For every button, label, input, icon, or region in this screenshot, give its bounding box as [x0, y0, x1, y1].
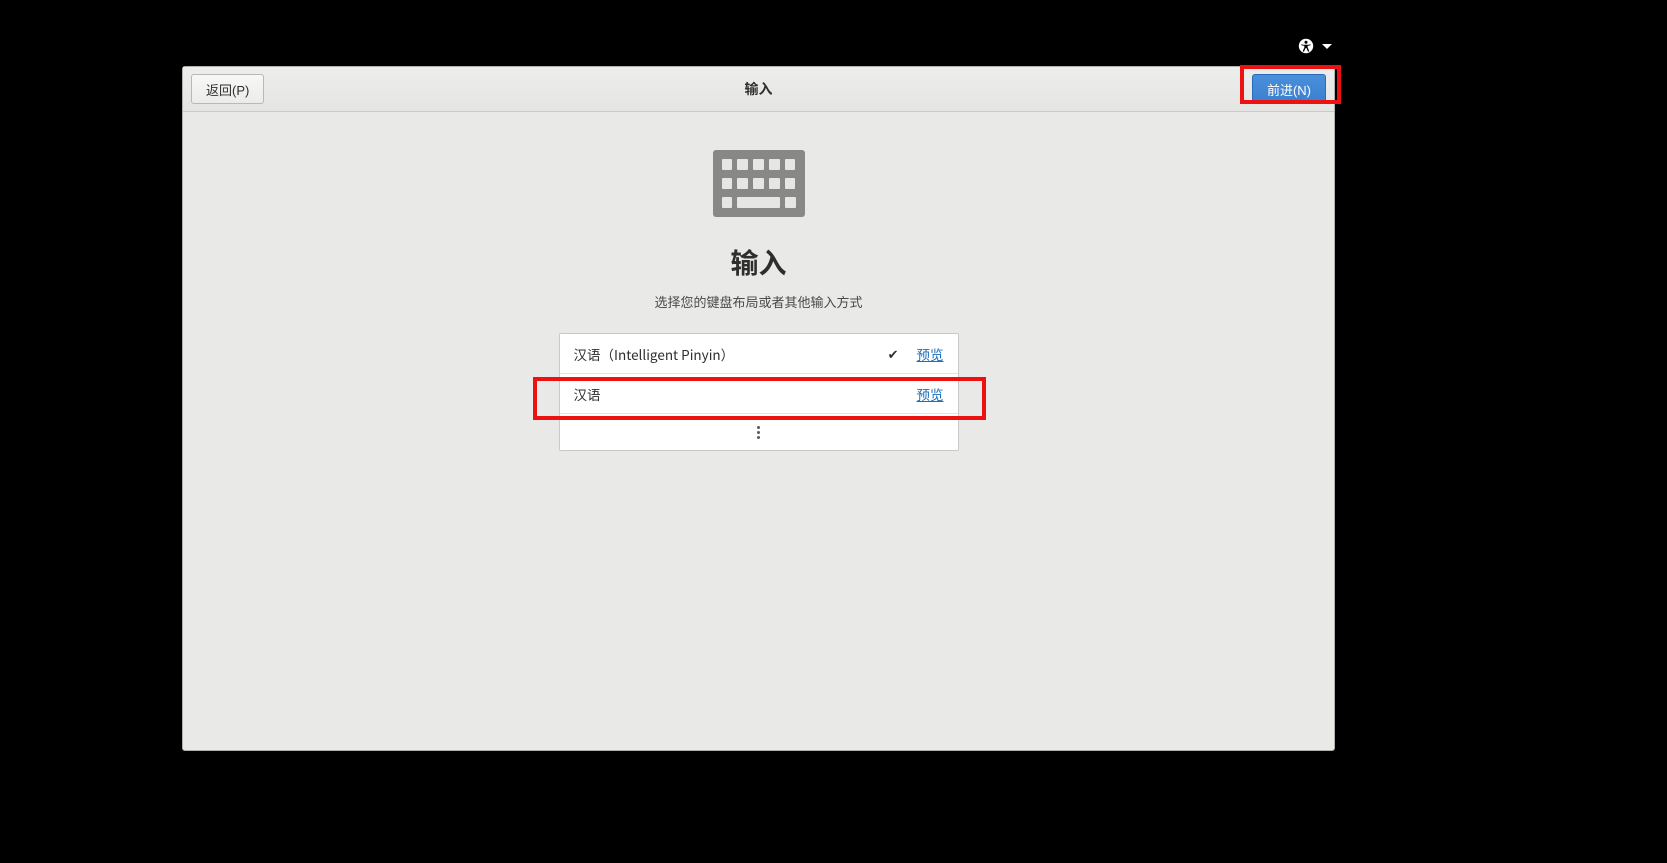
list-item[interactable]: 汉语（Intelligent Pinyin） ✔ 预览	[560, 334, 958, 374]
list-item-label: 汉语	[574, 384, 917, 404]
content-area: 输入 选择您的键盘布局或者其他输入方式 汉语（Intelligent Pinyi…	[183, 112, 1334, 750]
list-item-label: 汉语（Intelligent Pinyin）	[574, 344, 888, 364]
next-button[interactable]: 前进(N)	[1252, 74, 1326, 104]
back-button[interactable]: 返回(P)	[191, 74, 264, 104]
titlebar: 返回(P) 输入 前进(N)	[183, 67, 1334, 112]
show-more-button[interactable]	[560, 414, 958, 450]
initial-setup-window: 返回(P) 输入 前进(N) 输入 选择您的键盘布局或者其他输入方式 汉语（In…	[182, 66, 1335, 751]
more-icon	[757, 426, 760, 439]
chevron-down-icon	[1322, 44, 1332, 49]
check-icon: ✔	[888, 344, 899, 363]
keyboard-icon	[713, 150, 805, 217]
window-title: 输入	[183, 79, 1334, 99]
accessibility-icon	[1298, 38, 1314, 54]
page-heading: 输入	[730, 242, 786, 282]
input-source-list: 汉语（Intelligent Pinyin） ✔ 预览 汉语 预览	[559, 333, 959, 451]
preview-link[interactable]: 预览	[917, 384, 944, 404]
page-subheading: 选择您的键盘布局或者其他输入方式	[654, 292, 862, 311]
preview-link[interactable]: 预览	[917, 344, 944, 364]
list-item[interactable]: 汉语 预览	[560, 374, 958, 414]
topbar-status-area[interactable]	[1298, 38, 1332, 54]
